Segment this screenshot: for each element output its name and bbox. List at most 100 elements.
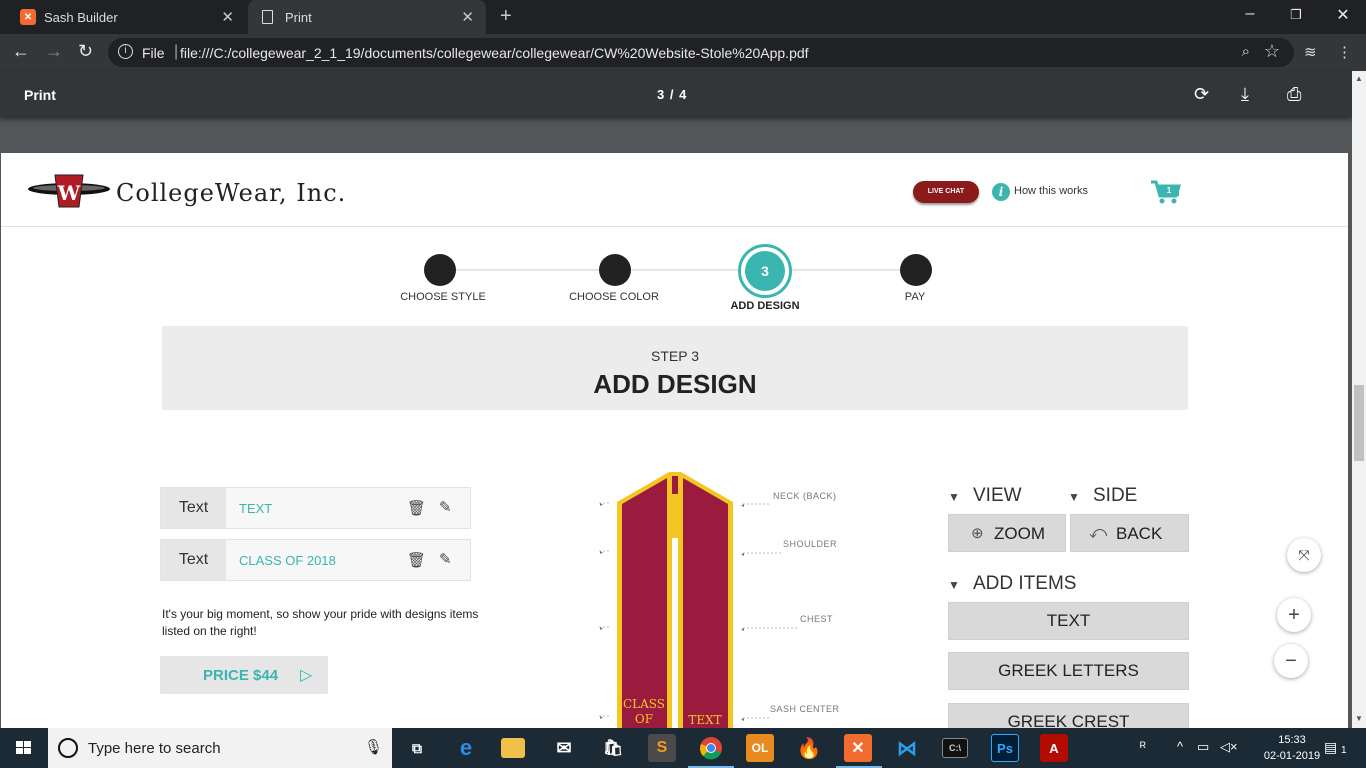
cortana-icon — [58, 738, 78, 758]
zoom-icon[interactable]: ⌕ — [1242, 43, 1250, 60]
close-icon[interactable]: ✕ — [461, 8, 474, 26]
scroll-up-icon[interactable]: ▲ — [1355, 74, 1363, 83]
terminal-icon[interactable]: C:\ — [942, 738, 968, 758]
cart-icon[interactable]: 1 — [1150, 179, 1182, 205]
new-tab-icon[interactable]: + — [500, 5, 512, 28]
price-button[interactable]: PRICE $44 ▷ — [160, 656, 328, 694]
tab-print[interactable]: Print ✕ — [248, 0, 486, 34]
rotate-icon[interactable]: ⟳ — [1194, 84, 1209, 105]
taskbar-search[interactable]: Type here to search 🎙 — [48, 728, 392, 768]
windows-start-icon[interactable] — [0, 728, 48, 768]
url-text[interactable]: file:///C:/collegewear_2_1_19/documents/… — [180, 45, 809, 61]
svg-text:◂: ◂ — [741, 627, 744, 633]
forward-arrow-icon[interactable]: → — [45, 41, 63, 62]
how-this-works-link[interactable]: How this works — [1014, 185, 1088, 197]
caret-down-icon[interactable]: ▼ — [1068, 490, 1080, 504]
page-indicator: 3 / 4 — [657, 87, 688, 102]
chrome-icon[interactable] — [697, 734, 725, 762]
text-item-value[interactable]: CLASS OF 2018 — [239, 553, 336, 568]
tab-sash-builder[interactable]: ✕ Sash Builder ✕ — [8, 0, 246, 34]
minimize-icon[interactable]: – — [1240, 5, 1260, 23]
annotation-shoulder: SHOULDER — [783, 539, 838, 549]
caret-down-icon[interactable]: ▼ — [948, 490, 960, 504]
step-4-dot[interactable] — [900, 254, 932, 286]
pencil-icon[interactable]: ✎ — [439, 550, 452, 568]
trash-icon[interactable]: 🗑 — [407, 499, 426, 517]
step-3-label: ADD DESIGN — [730, 300, 800, 312]
notification-count: 1 — [1341, 745, 1347, 756]
side-label[interactable]: SIDE — [1093, 485, 1137, 507]
fit-page-icon[interactable]: ⤧ — [1287, 538, 1321, 572]
extension-icon[interactable]: ≋ — [1304, 43, 1317, 61]
outlook-icon[interactable]: OL — [746, 734, 774, 762]
store-icon[interactable]: 🛍 — [599, 734, 627, 762]
mail-icon[interactable]: ✉ — [550, 734, 578, 762]
brand-name: CollegeWear, Inc. — [116, 179, 347, 207]
scrollbar[interactable]: ▲ ▼ — [1352, 71, 1366, 728]
step-banner: STEP 3 ADD DESIGN — [162, 326, 1188, 410]
caret-down-icon[interactable]: ▼ — [948, 578, 960, 592]
network-icon[interactable]: ▭ — [1197, 739, 1209, 755]
text-item-value[interactable]: TEXT — [239, 501, 272, 516]
close-window-icon[interactable]: ✕ — [1333, 5, 1353, 25]
add-items-label[interactable]: ADD ITEMS — [973, 573, 1076, 595]
people-icon[interactable]: ᴿ — [1140, 739, 1146, 754]
zoom-out-icon[interactable]: − — [1274, 644, 1308, 678]
trash-icon[interactable]: 🗑 — [407, 551, 426, 569]
svg-text:▸: ▸ — [600, 550, 603, 556]
live-chat-button[interactable]: LIVE CHAT — [913, 181, 979, 203]
step-1-label: CHOOSE STYLE — [400, 291, 486, 303]
pencil-icon[interactable]: ✎ — [439, 498, 452, 516]
firefox-icon[interactable]: 🔥 — [795, 734, 823, 762]
scroll-thumb[interactable] — [1354, 385, 1364, 461]
zoom-in-icon[interactable]: + — [1277, 598, 1311, 632]
xampp-icon[interactable]: ✕ — [844, 734, 872, 762]
photoshop-icon[interactable]: Ps — [991, 734, 1019, 762]
close-icon[interactable]: ✕ — [221, 8, 234, 26]
scroll-down-icon[interactable]: ▼ — [1355, 714, 1363, 723]
url-input[interactable]: i File | file:///C:/collegewear_2_1_19/d… — [108, 38, 1294, 67]
reload-icon[interactable]: ↻ — [78, 41, 93, 62]
collegewear-logo: W — [28, 174, 110, 208]
acrobat-icon[interactable]: A — [1040, 734, 1068, 762]
stole-left-text: CLASS — [623, 697, 665, 711]
download-icon[interactable]: ⤓ — [1241, 84, 1249, 105]
add-text-button[interactable]: TEXT — [948, 602, 1189, 640]
cart-count: 1 — [1167, 186, 1172, 195]
text-item-label: Text — [161, 540, 226, 580]
vscode-icon[interactable]: ⋈ — [893, 734, 921, 762]
magnifier-icon: ⊕ — [971, 525, 984, 542]
svg-text:◂: ◂ — [741, 717, 744, 723]
step-4-label: PAY — [904, 291, 926, 303]
sublime-text-icon[interactable]: S — [648, 734, 676, 762]
menu-dots-icon[interactable]: ⋮ — [1337, 43, 1352, 61]
view-label[interactable]: VIEW — [973, 485, 1022, 507]
stole-preview[interactable]: ▸ ▸ ▸ ▸ CLASS OF TEXT ◂ ◂ ◂ ◂ — [591, 466, 841, 728]
bookmark-star-icon[interactable]: ☆ — [1264, 41, 1280, 62]
tray-chevron-icon[interactable]: ^ — [1177, 739, 1183, 754]
info-icon[interactable]: i — [992, 183, 1010, 201]
print-icon[interactable]: ⎙ — [1287, 84, 1301, 105]
edge-icon[interactable]: e — [452, 734, 480, 762]
notification-icon[interactable]: ▤ — [1324, 739, 1337, 756]
step-2-dot[interactable] — [599, 254, 631, 286]
reply-arrow-icon: ⤺ — [1089, 523, 1108, 542]
back-button[interactable]: ⤺ BACK — [1070, 514, 1189, 552]
back-button-label: BACK — [1116, 524, 1163, 543]
clock[interactable]: 15:33 02-01-2019 — [1262, 732, 1322, 764]
task-view-icon[interactable]: ⧉ — [403, 734, 431, 762]
volume-icon[interactable]: ◁× — [1220, 739, 1238, 755]
file-explorer-icon[interactable] — [501, 738, 525, 758]
add-greek-letters-button[interactable]: GREEK LETTERS — [948, 652, 1189, 690]
info-icon[interactable]: i — [118, 44, 133, 59]
add-greek-crest-button[interactable]: GREEK CREST — [948, 703, 1189, 728]
text-item-label: Text — [161, 488, 226, 528]
restore-icon[interactable]: ❐ — [1286, 7, 1306, 23]
annotation-sash-center: SASH CENTER — [770, 704, 840, 714]
step-1-dot[interactable] — [424, 254, 456, 286]
zoom-button[interactable]: ⊕ ZOOM — [948, 514, 1066, 552]
microphone-icon[interactable]: 🎙 — [364, 738, 383, 756]
pdf-title: Print — [24, 87, 56, 103]
back-arrow-icon[interactable]: ← — [12, 41, 30, 62]
step-3-ring[interactable]: 3 — [738, 244, 792, 298]
